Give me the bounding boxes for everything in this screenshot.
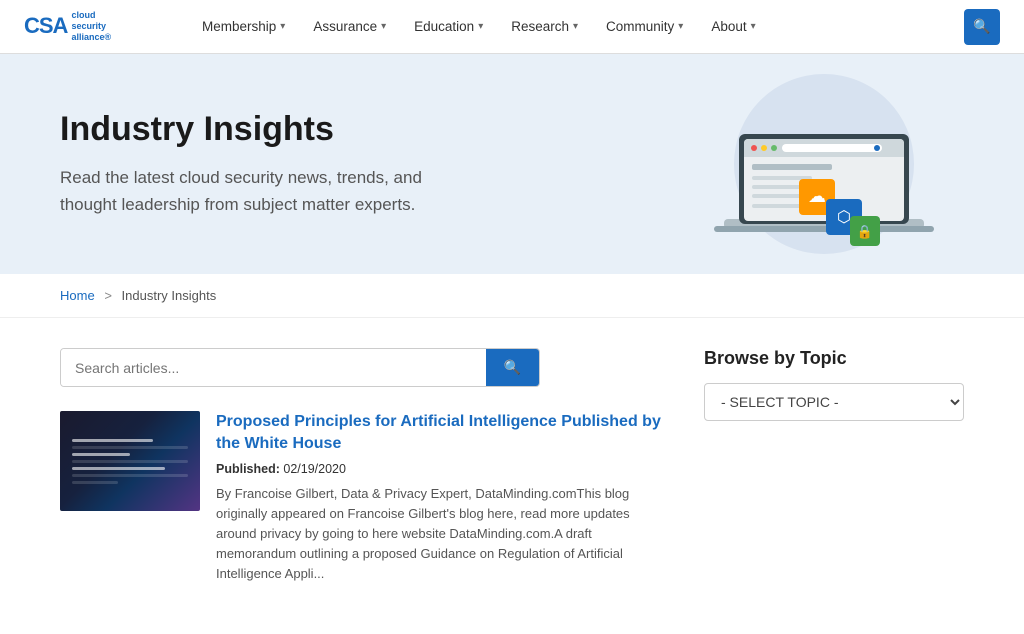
sidebar-browse-title: Browse by Topic <box>704 348 964 369</box>
svg-text:🔒: 🔒 <box>857 224 873 239</box>
article-meta: Published: 02/19/2020 <box>216 462 664 476</box>
nav-links: Membership ▾ Assurance ▾ Education ▾ Res… <box>188 0 964 54</box>
topic-select[interactable]: - SELECT TOPIC -Artificial IntelligenceC… <box>704 383 964 421</box>
navbar: CSA cloud security alliance® Membership … <box>0 0 1024 54</box>
chevron-down-icon: ▾ <box>573 21 578 32</box>
article-excerpt: By Francoise Gilbert, Data & Privacy Exp… <box>216 484 664 585</box>
article-thumb-image <box>60 411 200 511</box>
search-icon: 🔍 <box>973 18 990 35</box>
chevron-down-icon: ▾ <box>280 21 285 32</box>
article-card: Proposed Principles for Artificial Intel… <box>60 411 664 584</box>
hero-title: Industry Insights <box>60 110 480 149</box>
hero-subtitle: Read the latest cloud security news, tre… <box>60 165 480 218</box>
breadcrumb-current: Industry Insights <box>122 288 217 303</box>
main-content: 🔍 Proposed Princ <box>0 318 1024 634</box>
search-icon: 🔍 <box>504 359 521 375</box>
sidebar: Browse by Topic - SELECT TOPIC -Artifici… <box>704 348 964 604</box>
hero-svg: ☁ ⬡ 🔒 <box>624 64 944 264</box>
nav-item-community[interactable]: Community ▾ <box>592 0 697 54</box>
chevron-down-icon: ▾ <box>478 21 483 32</box>
chevron-down-icon: ▾ <box>678 21 683 32</box>
hero-section: Industry Insights Read the latest cloud … <box>0 54 1024 274</box>
chevron-down-icon: ▾ <box>751 21 756 32</box>
nav-item-membership[interactable]: Membership ▾ <box>188 0 299 54</box>
nav-item-assurance[interactable]: Assurance ▾ <box>299 0 400 54</box>
hero-illustration: ☁ ⬡ 🔒 <box>624 64 944 264</box>
svg-text:⬡: ⬡ <box>837 209 851 226</box>
nav-search-button[interactable]: 🔍 <box>964 9 1000 45</box>
breadcrumb-separator: > <box>104 288 112 303</box>
search-bar: 🔍 <box>60 348 540 387</box>
thumb-decoration <box>60 427 200 496</box>
article-body: Proposed Principles for Artificial Intel… <box>216 411 664 584</box>
breadcrumb-home-link[interactable]: Home <box>60 288 95 303</box>
nav-item-about[interactable]: About ▾ <box>697 0 769 54</box>
chevron-down-icon: ▾ <box>381 21 386 32</box>
breadcrumb: Home > Industry Insights <box>0 274 1024 318</box>
article-thumbnail <box>60 411 200 511</box>
nav-item-research[interactable]: Research ▾ <box>497 0 592 54</box>
search-button[interactable]: 🔍 <box>486 349 539 386</box>
hero-text: Industry Insights Read the latest cloud … <box>60 110 480 218</box>
logo[interactable]: CSA cloud security alliance® <box>24 10 164 42</box>
search-input[interactable] <box>61 349 486 386</box>
nav-item-education[interactable]: Education ▾ <box>400 0 497 54</box>
logo-tagline: cloud security alliance® <box>71 10 111 42</box>
article-title-link[interactable]: Proposed Principles for Artificial Intel… <box>216 411 664 456</box>
articles-section: 🔍 Proposed Princ <box>60 348 664 604</box>
svg-text:☁: ☁ <box>808 186 826 206</box>
logo-csa-text: CSA <box>24 13 67 39</box>
